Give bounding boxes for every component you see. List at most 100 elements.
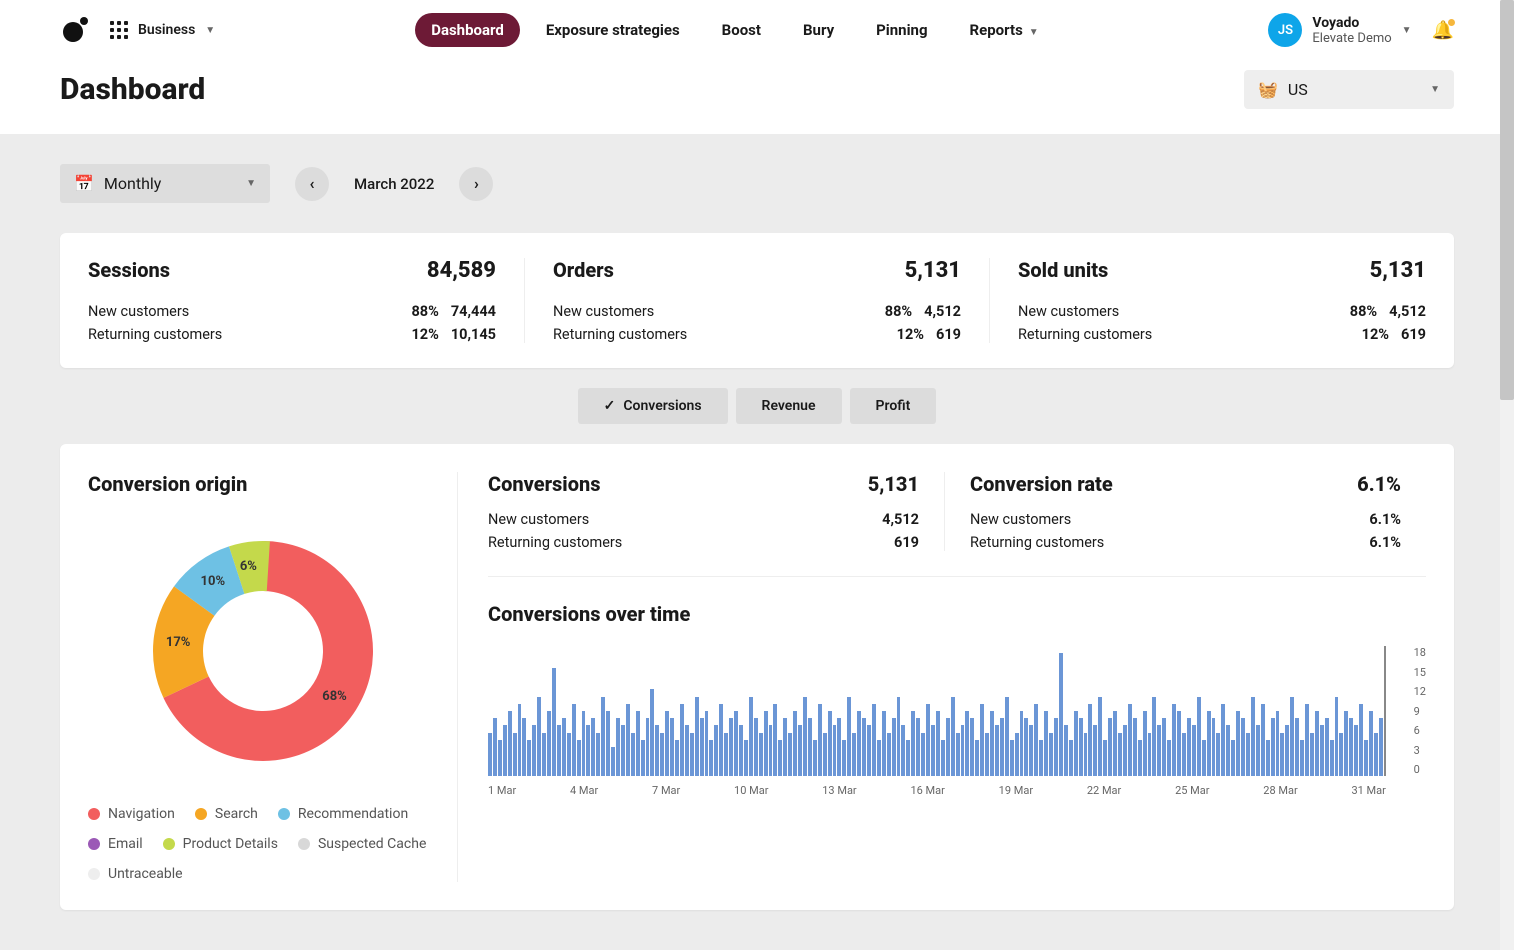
main-nav: Dashboard Exposure strategies Boost Bury Pin… — [415, 13, 1055, 47]
granularity-selector[interactable]: 📅 Monthly ▼ — [60, 164, 270, 203]
bar — [980, 704, 984, 776]
bar — [719, 704, 723, 776]
bar — [562, 718, 566, 776]
bar — [946, 718, 950, 776]
bar — [808, 718, 812, 776]
x-tick: 22 Mar — [1087, 784, 1121, 797]
bar — [739, 725, 743, 776]
bar — [527, 740, 531, 776]
legend-item: Suspected Cache — [298, 836, 426, 852]
bar — [665, 711, 669, 776]
bar — [690, 733, 694, 776]
bar — [508, 711, 512, 776]
bar — [901, 725, 905, 776]
stat-row: Returning customers12%619 — [553, 326, 961, 343]
bar — [1079, 718, 1083, 776]
x-tick: 28 Mar — [1263, 784, 1297, 797]
x-tick: 16 Mar — [910, 784, 944, 797]
bar — [1049, 733, 1053, 776]
granularity-label: Monthly — [104, 174, 161, 193]
bar — [833, 725, 837, 776]
bar — [990, 711, 994, 776]
bar — [1172, 704, 1176, 776]
bar — [911, 711, 915, 776]
segment-profit[interactable]: Profit — [850, 388, 937, 424]
segment-revenue[interactable]: Revenue — [736, 388, 842, 424]
bar — [1359, 704, 1363, 776]
x-tick: 25 Mar — [1175, 784, 1209, 797]
mini-row: New customers6.1% — [970, 511, 1401, 528]
bar — [1044, 711, 1048, 776]
bar — [1128, 704, 1132, 776]
bar — [655, 725, 659, 776]
donut-slice-label: 10% — [201, 574, 226, 589]
bar — [793, 711, 797, 776]
stat-row: Returning customers12%619 — [1018, 326, 1426, 343]
nav-exposure-strategies[interactable]: Exposure strategies — [530, 13, 696, 47]
scroll-thumb[interactable] — [1500, 0, 1514, 400]
bar — [680, 704, 684, 776]
next-period-button[interactable]: › — [459, 167, 493, 201]
bar — [916, 718, 920, 776]
bar — [1354, 725, 1358, 776]
bar — [591, 718, 595, 776]
bar — [1133, 718, 1137, 776]
user-menu[interactable]: JS Voyado Elevate Demo ▼ — [1268, 13, 1411, 47]
nav-boost[interactable]: Boost — [706, 13, 777, 47]
bar — [1202, 740, 1206, 776]
bar — [970, 718, 974, 776]
mini-row: Returning customers6.1% — [970, 534, 1401, 551]
donut-slice-label: 17% — [166, 635, 191, 650]
bar — [1207, 711, 1211, 776]
prev-period-button[interactable]: ‹ — [295, 167, 329, 201]
bar — [1187, 718, 1191, 776]
bar — [852, 733, 856, 776]
market-selector[interactable]: 🧺 US ▼ — [1244, 70, 1454, 109]
bar — [518, 704, 522, 776]
bar — [650, 689, 654, 776]
scrollbar[interactable] — [1500, 0, 1514, 950]
mini-col: Conversion rate6.1%New customers6.1%Retu… — [945, 472, 1426, 551]
y-tick: 15 — [1414, 666, 1426, 679]
notifications-button[interactable]: 🔔 — [1432, 20, 1454, 41]
bar — [769, 725, 773, 776]
bar — [921, 733, 925, 776]
nav-bury[interactable]: Bury — [787, 13, 850, 47]
bar — [1143, 711, 1147, 776]
notification-dot — [1448, 19, 1455, 26]
mini-col: Conversions5,131New customers4,512Return… — [488, 472, 945, 551]
mini-row: Returning customers619 — [488, 534, 919, 551]
bar — [1108, 718, 1112, 776]
caret-down-icon: ▼ — [246, 178, 256, 189]
stat-col: Sold units5,131New customers88%4,512Retu… — [990, 258, 1454, 343]
bar — [798, 725, 802, 776]
mini-title: Conversion rate — [970, 472, 1113, 496]
bar — [1310, 733, 1314, 776]
bar — [542, 733, 546, 776]
bar — [646, 718, 650, 776]
nav-pinning[interactable]: Pinning — [860, 13, 943, 47]
bar — [754, 718, 758, 776]
legend-item: Navigation — [88, 806, 175, 822]
bar — [941, 740, 945, 776]
nav-reports[interactable]: Reports▼ — [954, 13, 1055, 47]
business-selector[interactable]: Business ▼ — [110, 21, 215, 39]
nav-dashboard[interactable]: Dashboard — [415, 13, 520, 47]
bar — [1364, 740, 1368, 776]
bar — [729, 718, 733, 776]
bar — [1379, 718, 1383, 776]
legend-swatch — [88, 868, 100, 880]
bar — [1344, 711, 1348, 776]
bar — [641, 740, 645, 776]
bar — [1330, 740, 1334, 776]
bar — [522, 718, 526, 776]
bar — [1000, 718, 1004, 776]
bar — [995, 725, 999, 776]
bar — [1039, 740, 1043, 776]
bar — [1098, 697, 1102, 776]
stat-title: Sold units — [1018, 258, 1108, 282]
legend-item: Search — [195, 806, 258, 822]
bar — [513, 733, 517, 776]
segment-conversions[interactable]: Conversions — [578, 388, 728, 424]
bar — [1103, 740, 1107, 776]
